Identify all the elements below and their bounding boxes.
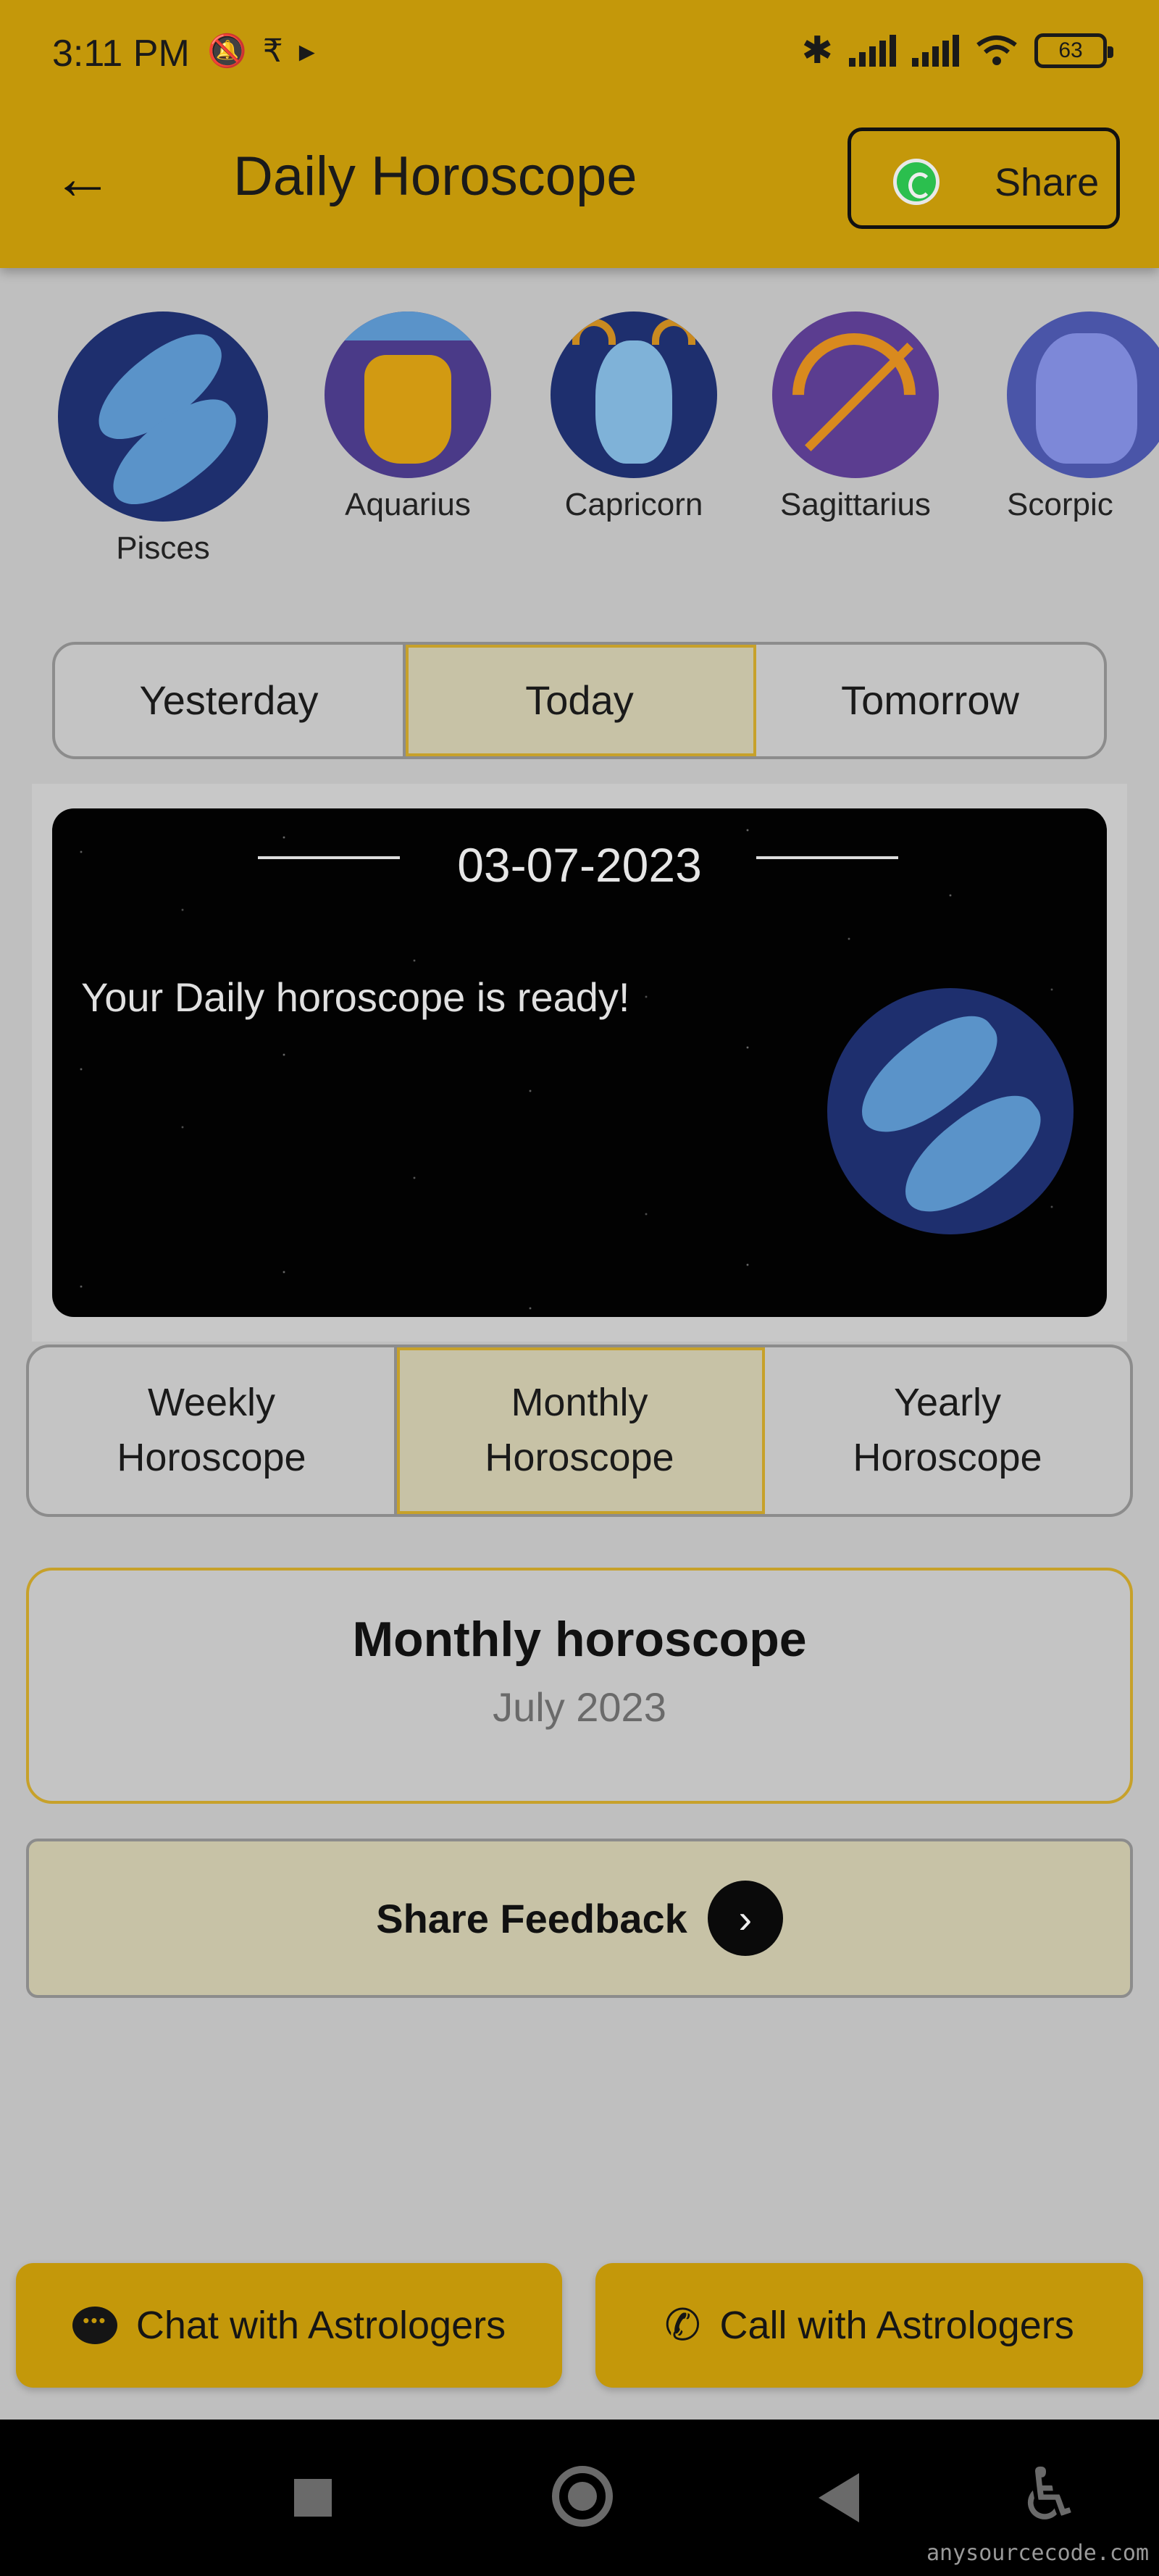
bluetooth-icon: ✱	[801, 30, 833, 72]
sagittarius-icon	[772, 311, 939, 478]
call-label: Call with Astrologers	[719, 2304, 1074, 2347]
home-icon[interactable]	[552, 2466, 613, 2527]
zodiac-label: Pisces	[116, 530, 210, 566]
zodiac-carousel: Pisces Aquarius Capricorn Sagittarius Sc…	[0, 311, 1159, 587]
app-header: 3:11 PM 🔕 ₹ ▸ ✱ 63 ← Daily Horoscope Sha…	[0, 0, 1159, 268]
play-icon: ▸	[298, 33, 315, 69]
status-bar: 3:11 PM 🔕 ₹ ▸ ✱ 63	[0, 0, 1159, 109]
share-feedback-button[interactable]: Share Feedback ›	[26, 1839, 1133, 1998]
zodiac-item-scorpio[interactable]: Scorpic	[1007, 311, 1159, 523]
chevron-right-icon: ›	[707, 1881, 783, 1956]
back-arrow-icon[interactable]: ←	[52, 145, 125, 217]
tab-weekly-horoscope[interactable]: Weekly Horoscope	[29, 1347, 397, 1514]
mute-icon: 🔕	[207, 33, 247, 69]
day-selector: Yesterday Today Tomorrow	[52, 642, 1107, 759]
battery-level: 63	[1058, 38, 1083, 62]
scorpio-icon	[1007, 311, 1159, 478]
tab-line: Horoscope	[485, 1436, 674, 1479]
tab-today[interactable]: Today	[406, 645, 756, 756]
share-label: Share	[995, 161, 1100, 204]
status-icons-right: ✱ 63	[801, 29, 1113, 72]
capricorn-icon	[551, 311, 717, 478]
tab-line: Yearly	[893, 1381, 1002, 1425]
tab-line: Monthly	[511, 1381, 648, 1425]
tab-monthly-horoscope[interactable]: Monthly Horoscope	[397, 1347, 765, 1514]
accessibility-icon[interactable]: ♿	[1017, 2459, 1082, 2531]
pisces-icon	[827, 988, 1074, 1234]
tab-line: Horoscope	[853, 1436, 1042, 1479]
date-divider-right	[756, 856, 898, 859]
aquarius-icon	[325, 311, 491, 478]
signal-icon	[912, 35, 959, 67]
call-with-astrologers-button[interactable]: ✆ Call with Astrologers	[595, 2263, 1143, 2388]
zodiac-label: Sagittarius	[780, 487, 931, 522]
daily-ready-message: Your Daily horoscope is ready!	[81, 974, 630, 1020]
feedback-label: Share Feedback	[376, 1895, 687, 1941]
monthly-period: July 2023	[493, 1684, 666, 1730]
tab-tomorrow[interactable]: Tomorrow	[756, 645, 1104, 756]
status-icons-left: 🔕 ₹ ▸	[207, 32, 315, 70]
chat-label: Chat with Astrologers	[135, 2304, 506, 2347]
whatsapp-icon	[893, 159, 940, 205]
zodiac-item-capricorn[interactable]: Capricorn	[551, 311, 717, 523]
tab-yesterday[interactable]: Yesterday	[55, 645, 406, 756]
zodiac-item-sagittarius[interactable]: Sagittarius	[772, 311, 939, 523]
zodiac-label: Capricorn	[564, 487, 703, 522]
horoscope-date: 03-07-2023	[457, 838, 702, 892]
page-title: Daily Horoscope	[233, 146, 637, 207]
back-triangle-icon[interactable]	[819, 2473, 859, 2522]
tab-line: Weekly	[147, 1381, 276, 1425]
zodiac-item-pisces[interactable]: Pisces	[58, 311, 268, 566]
watermark: anysourcecode.com	[926, 2541, 1149, 2566]
recents-icon[interactable]	[294, 2479, 332, 2517]
monthly-horoscope-card[interactable]: Monthly horoscope July 2023	[26, 1568, 1133, 1804]
chat-with-astrologers-button[interactable]: Chat with Astrologers	[16, 2263, 562, 2388]
system-nav-bar: ♿ anysourcecode.com	[0, 2420, 1159, 2576]
rupee-app-icon: ₹	[262, 33, 283, 69]
wifi-icon	[976, 35, 1017, 65]
zodiac-item-aquarius[interactable]: Aquarius	[325, 311, 491, 523]
pisces-icon	[58, 311, 268, 522]
share-button[interactable]: Share	[848, 127, 1120, 229]
daily-horoscope-card[interactable]: 03-07-2023 Your Daily horoscope is ready…	[52, 808, 1107, 1317]
battery-icon: 63	[1034, 33, 1113, 68]
chat-icon	[72, 2307, 117, 2344]
signal-icon	[849, 35, 896, 67]
period-selector: Weekly Horoscope Monthly Horoscope Yearl…	[26, 1345, 1133, 1517]
zodiac-label: Scorpic	[1007, 487, 1113, 522]
phone-icon: ✆	[664, 2301, 701, 2349]
status-time: 3:11 PM	[52, 33, 190, 75]
zodiac-label: Aquarius	[345, 487, 471, 522]
tab-line: Horoscope	[117, 1436, 306, 1479]
tab-yearly-horoscope[interactable]: Yearly Horoscope	[765, 1347, 1130, 1514]
monthly-title: Monthly horoscope	[352, 1612, 807, 1667]
